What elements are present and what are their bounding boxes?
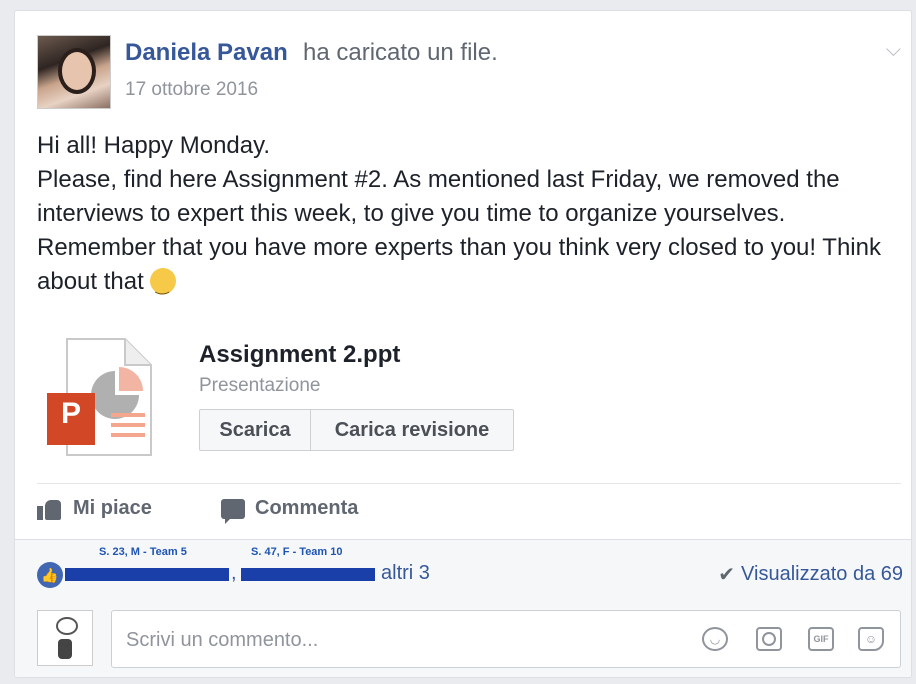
seen-by-label: Visualizzato da 69 [741, 563, 903, 585]
commenter-avatar [37, 610, 93, 666]
seen-by[interactable]: ✔ Visualizzato da 69 [718, 562, 903, 587]
thumbs-up-icon [37, 498, 63, 520]
post-date[interactable]: 17 ottobre 2016 [125, 79, 258, 101]
post-body: Hi all! Happy Monday. Please, find here … [37, 129, 897, 304]
reactions-and-comments: S. 23, M - Team 5 S. 47, F - Team 10 👍 ,… [15, 539, 911, 677]
others-link[interactable]: altri 3 [381, 562, 430, 585]
comment-input[interactable] [124, 611, 628, 669]
gif-icon[interactable]: GIF [808, 627, 834, 651]
ppt-letter: P [61, 397, 82, 430]
divider [37, 483, 901, 484]
camera-icon[interactable] [756, 627, 782, 651]
redacted-name[interactable] [241, 568, 375, 581]
comment-box: ◡ GIF ☺ [111, 610, 901, 669]
like-label: Mi piace [73, 497, 152, 519]
wink-emoji-icon [149, 268, 176, 304]
author-name[interactable]: Daniela Pavan [125, 39, 288, 67]
emoji-icon[interactable]: ◡ [702, 627, 728, 651]
post-body-line: Hi all! Happy Monday. [37, 132, 270, 159]
download-button[interactable]: Scarica [199, 409, 311, 451]
like-button[interactable]: Mi piace [37, 497, 152, 520]
comment-button[interactable]: Commenta [221, 497, 359, 524]
attachment-type: Presentazione [199, 375, 321, 396]
post-card: Daniela Pavan ha caricato un file. 17 ot… [14, 10, 912, 678]
post-body-line: Please, find here Assignment #2. As ment… [37, 163, 897, 304]
upload-revision-button[interactable]: Carica revisione [310, 409, 514, 451]
like-reaction-icon[interactable]: 👍 [37, 562, 63, 588]
comment-bubble-icon [221, 498, 245, 524]
comment-label: Commenta [255, 497, 359, 519]
sticker-icon[interactable]: ☺ [858, 627, 884, 651]
redacted-name[interactable] [65, 568, 229, 581]
author-avatar[interactable] [37, 35, 111, 109]
checkmark-icon: ✔ [718, 564, 736, 586]
name-separator: , [231, 562, 237, 584]
attachment-name[interactable]: Assignment 2.ppt [199, 341, 400, 369]
post-action-text: ha caricato un file. [303, 39, 498, 66]
annotation-label: S. 47, F - Team 10 [251, 546, 343, 558]
annotation-label: S. 23, M - Team 5 [99, 546, 187, 558]
chevron-down-icon[interactable]: ⌵ [886, 39, 901, 62]
